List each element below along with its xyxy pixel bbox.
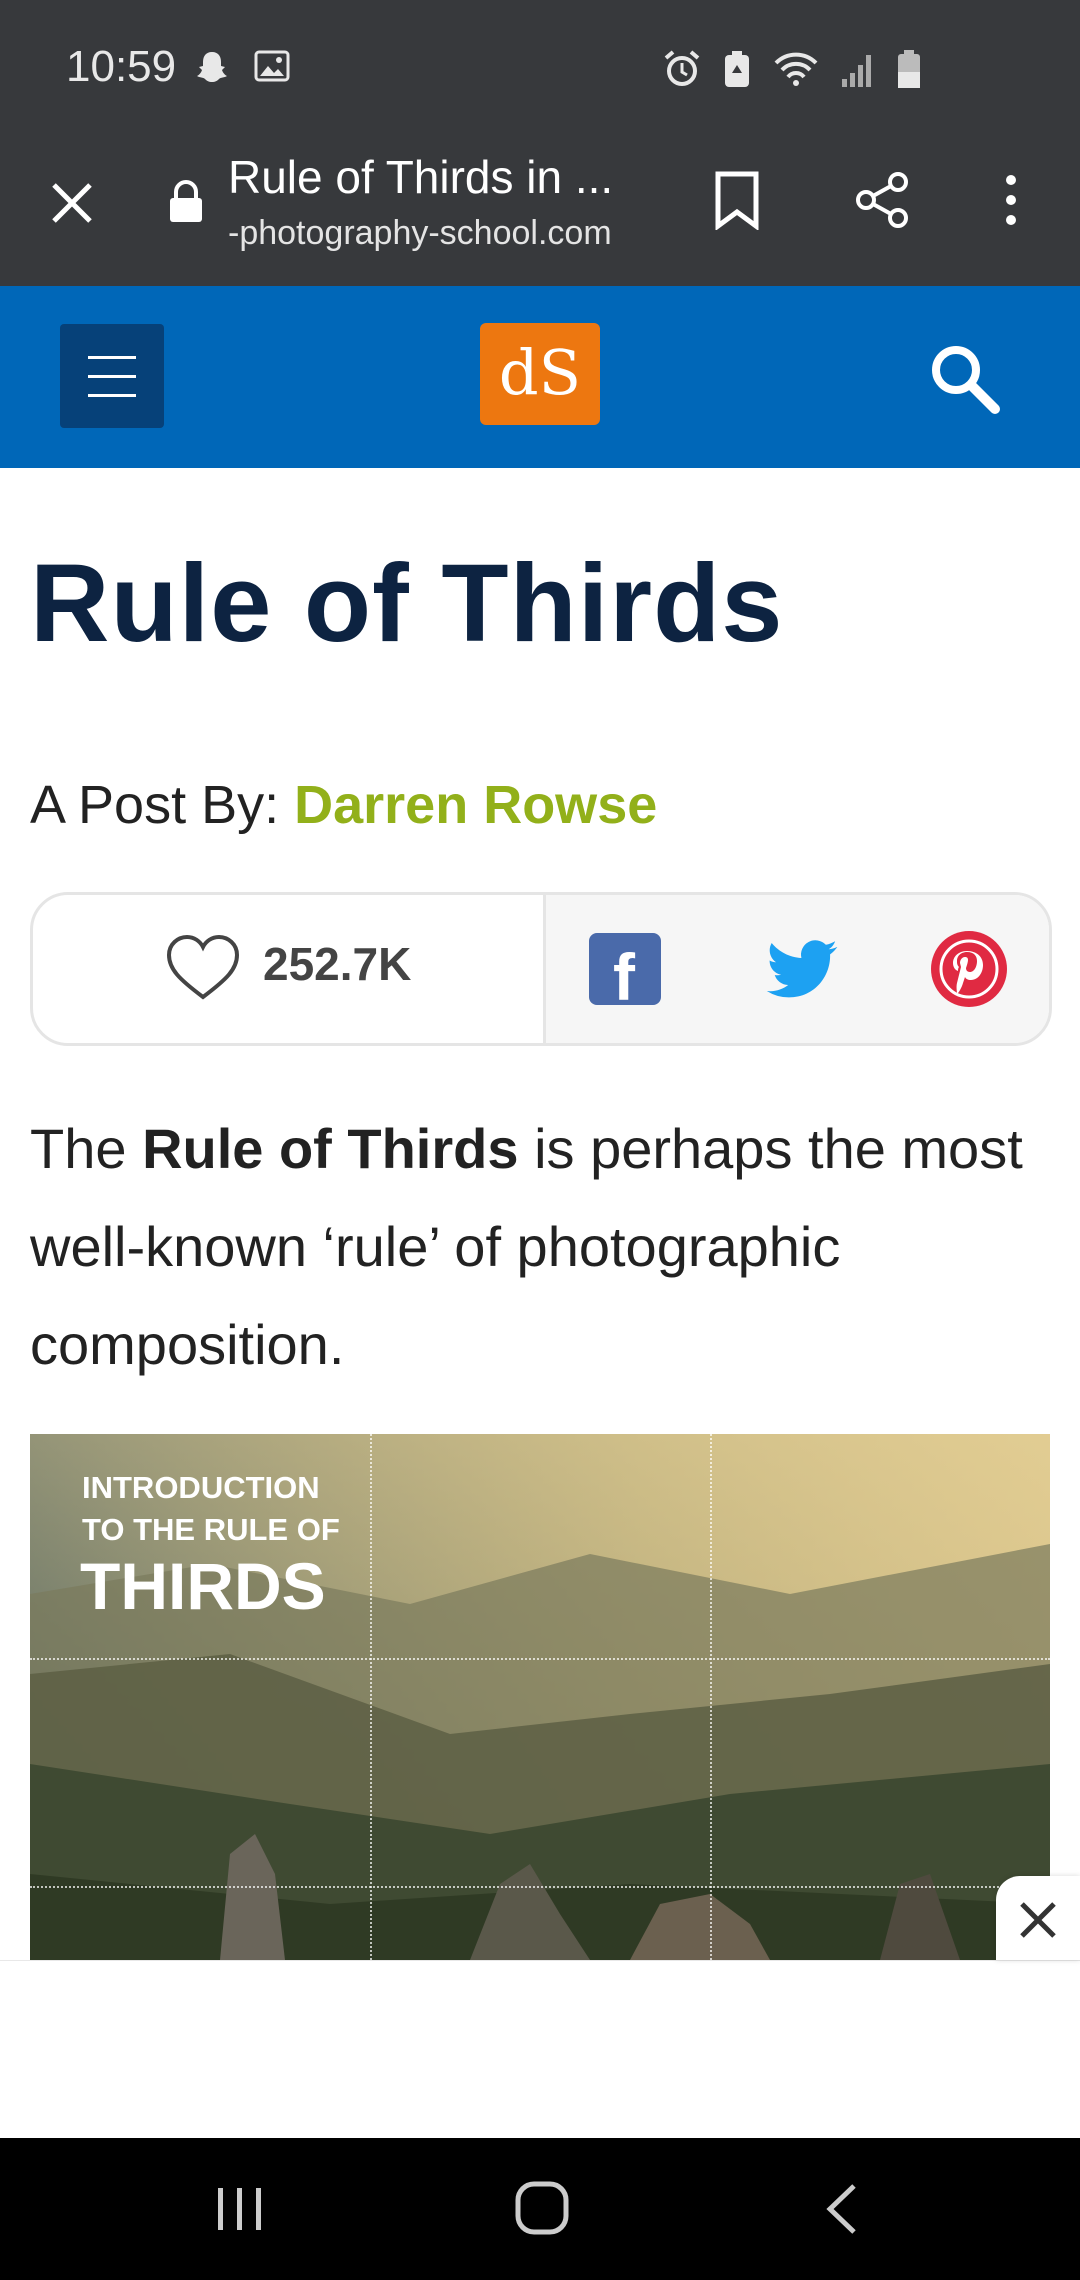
ad-close-button[interactable]: [996, 1876, 1080, 1960]
close-icon[interactable]: [44, 175, 100, 231]
bookmark-icon[interactable]: [712, 170, 762, 230]
facebook-share-button[interactable]: f: [589, 933, 661, 1014]
share-box: 252.7K f: [30, 892, 1052, 1046]
hero-caption-line-2: TO THE RULE OF: [82, 1512, 340, 1547]
grid-line: [370, 1434, 372, 1960]
recent-apps-icon[interactable]: [214, 2184, 266, 2234]
battery-saver-icon: [725, 51, 749, 87]
browser-url[interactable]: -photography-school.com: [228, 214, 612, 253]
close-icon: [1020, 1902, 1056, 1938]
hero-image: INTRODUCTION TO THE RULE OF THIRDS: [30, 1434, 1050, 1960]
hamburger-icon: [88, 356, 136, 359]
intro-paragraph: The Rule of Thirds is perhaps the most w…: [30, 1100, 1050, 1394]
search-icon[interactable]: [926, 340, 1002, 416]
pinterest-share-button[interactable]: [931, 931, 1007, 1007]
gallery-icon: [254, 50, 290, 82]
twitter-share-button[interactable]: [763, 929, 843, 1009]
battery-icon: [898, 50, 920, 88]
grid-line: [30, 1886, 1050, 1888]
back-icon[interactable]: [822, 2182, 862, 2236]
pinterest-icon: [939, 939, 999, 999]
more-options-icon[interactable]: [996, 170, 1026, 230]
status-time: 10:59: [66, 42, 177, 91]
home-icon[interactable]: [514, 2180, 570, 2236]
grid-line: [30, 1658, 1050, 1660]
page-title: Rule of Thirds: [30, 542, 784, 665]
hero-caption-line-3: THIRDS: [80, 1549, 326, 1623]
intro-text-start: The: [30, 1117, 143, 1180]
share-icon[interactable]: [852, 170, 912, 230]
author-link[interactable]: Darren Rowse: [294, 775, 657, 835]
like-count: 252.7K: [263, 938, 412, 990]
snapchat-icon: [197, 52, 227, 82]
status-left-icons: [196, 50, 290, 86]
byline: A Post By: Darren Rowse: [30, 774, 657, 836]
facebook-icon: f: [613, 940, 635, 1014]
ad-banner: [0, 1960, 1080, 2139]
hero-caption-line-1: INTRODUCTION: [82, 1470, 320, 1505]
browser-page-title[interactable]: Rule of Thirds in ...: [228, 150, 613, 204]
intro-bold-term: Rule of Thirds: [142, 1117, 519, 1180]
alarm-icon: [664, 50, 700, 86]
site-logo[interactable]: dS: [480, 323, 600, 425]
heart-icon[interactable]: [165, 933, 241, 1003]
byline-prefix: A Post By:: [30, 775, 295, 835]
grid-line: [710, 1434, 712, 1960]
menu-button[interactable]: [60, 324, 164, 428]
status-bar: 10:59: [0, 0, 1080, 140]
status-right-icons: [662, 48, 922, 90]
lock-icon: [170, 180, 202, 222]
signal-icon: [842, 55, 871, 87]
wifi-icon: [774, 52, 818, 86]
